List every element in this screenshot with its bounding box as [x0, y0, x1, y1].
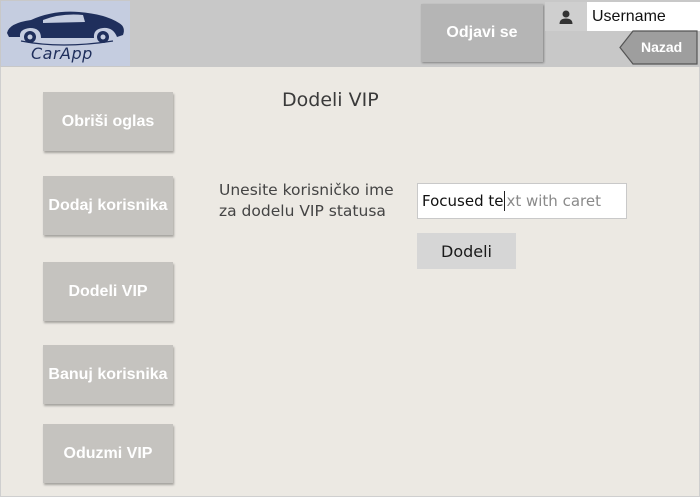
app-logo[interactable]: CarApp	[1, 1, 130, 66]
assign-vip-menu-button[interactable]: Dodeli VIP	[43, 262, 173, 321]
logout-button[interactable]: Odjavi se	[421, 4, 543, 62]
input-typed-text: Focused te	[422, 192, 504, 210]
back-label: Nazad	[641, 39, 683, 55]
ban-user-button[interactable]: Banuj korisnika	[43, 345, 173, 404]
username-field[interactable]: Username	[587, 2, 700, 31]
revoke-vip-button[interactable]: Oduzmi VIP	[43, 424, 173, 483]
top-bar: CarApp Odjavi se Username Nazad	[0, 0, 700, 67]
vip-username-input[interactable]: Focused te xt with caret	[417, 183, 627, 219]
add-user-button[interactable]: Dodaj korisnika	[43, 176, 173, 235]
text-caret	[504, 191, 506, 211]
page-title: Dodeli VIP	[282, 89, 379, 111]
back-button[interactable]: Nazad	[619, 30, 698, 65]
input-placeholder: xt with caret	[506, 192, 601, 210]
assign-vip-button[interactable]: Dodeli	[417, 233, 516, 269]
logo-text: CarApp	[31, 44, 93, 63]
username-prompt: Unesite korisničko ime za dodelu VIP sta…	[219, 181, 394, 220]
user-icon	[545, 2, 587, 31]
delete-ad-button[interactable]: Obriši oglas	[43, 92, 173, 151]
